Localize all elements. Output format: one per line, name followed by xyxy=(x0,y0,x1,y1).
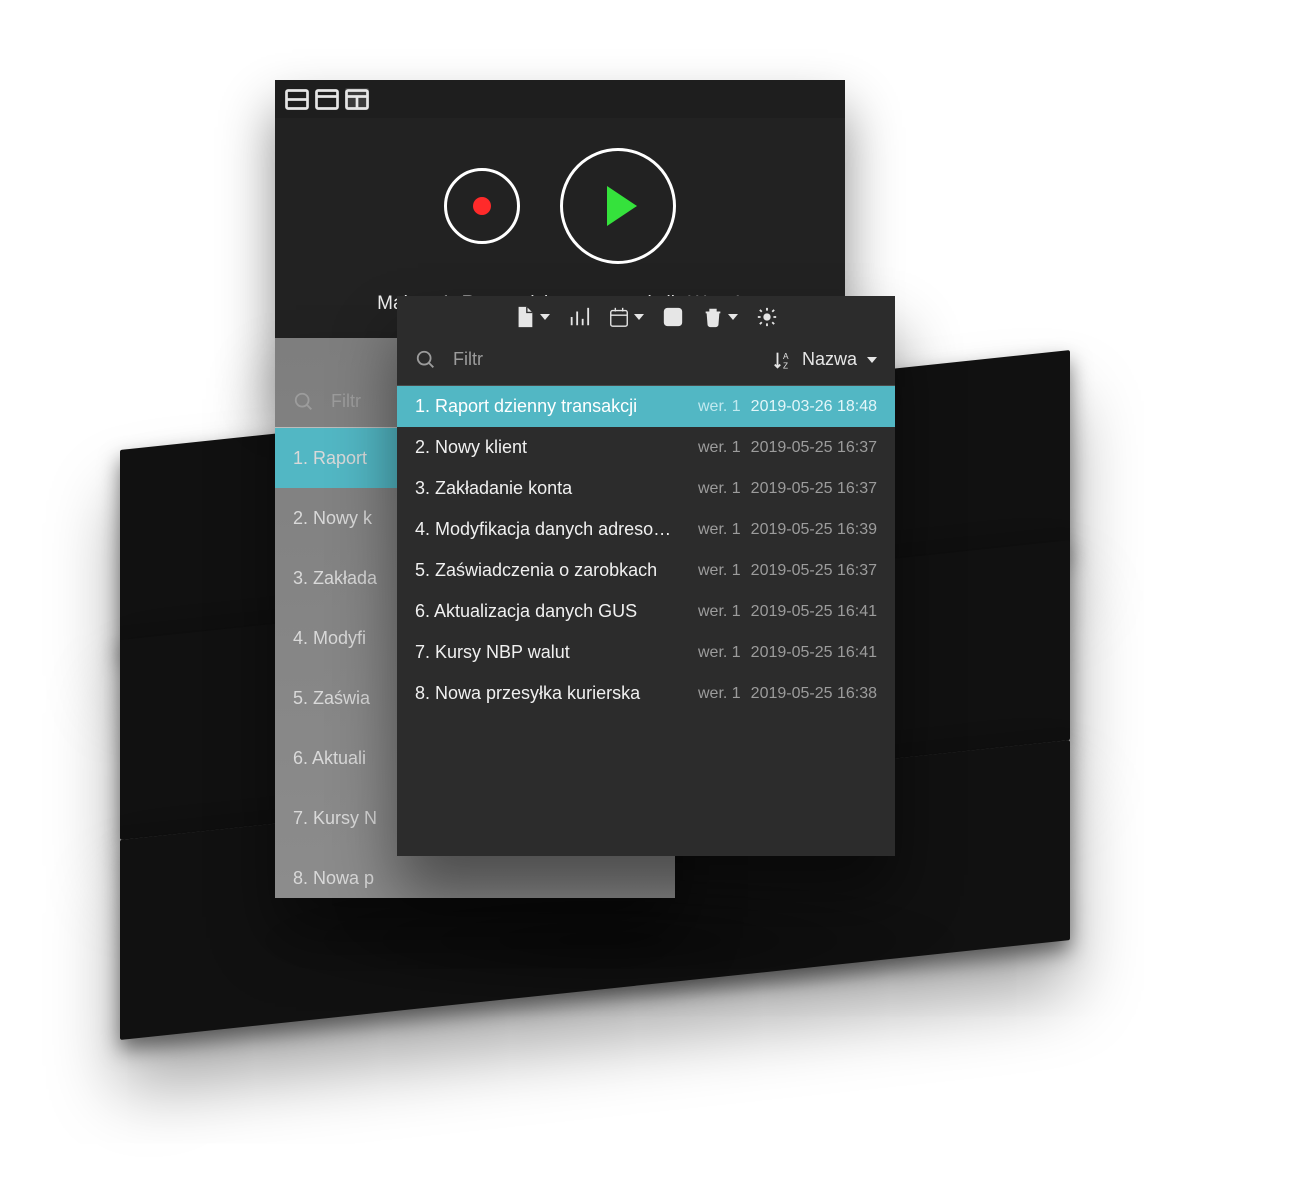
macro-toolbar xyxy=(397,296,895,338)
chevron-down-icon xyxy=(867,357,877,363)
macro-row[interactable]: 4. Modyfikacja danych adreso… wer. 1 2019-… xyxy=(397,509,895,550)
chevron-down-icon xyxy=(728,314,738,320)
macro-row[interactable]: 1. Raport dzienny transakcji wer. 1 2019-0… xyxy=(397,386,895,427)
svg-text:A: A xyxy=(783,352,789,361)
macro-row-name: 5. Zaświadczenia o zarobkach xyxy=(415,560,688,581)
player-view-tabs xyxy=(275,80,845,118)
record-icon xyxy=(473,197,491,215)
play-icon xyxy=(607,186,637,226)
svg-text:Z: Z xyxy=(783,361,788,370)
macro-row-version: wer. 1 xyxy=(698,398,741,416)
macro-row-date: 2019-05-25 16:39 xyxy=(751,521,877,539)
macro-row-version: wer. 1 xyxy=(698,603,741,621)
sort-alpha-icon: A Z xyxy=(772,349,794,371)
calendar-icon xyxy=(608,306,630,328)
record-button[interactable] xyxy=(444,168,520,244)
macro-row-name: 7. Kursy NBP walut xyxy=(415,642,688,663)
macro-row-date: 2019-05-25 16:41 xyxy=(751,603,877,621)
macro-row-date: 2019-05-25 16:38 xyxy=(751,685,877,703)
macro-row-date: 2019-05-25 16:37 xyxy=(751,480,877,498)
edit-icon xyxy=(662,306,684,328)
search-icon xyxy=(293,391,315,413)
macro-row[interactable]: 5. Zaświadczenia o zarobkach wer. 1 2019-0… xyxy=(397,550,895,591)
trash-icon xyxy=(702,306,724,328)
edit-button[interactable] xyxy=(662,306,684,328)
sort-picker[interactable]: A Z Nazwa xyxy=(772,349,877,371)
macro-row[interactable]: 2. Nowy klient wer. 1 2019-05-25 16:37 xyxy=(397,427,895,468)
macro-row-name: 8. Nowa p xyxy=(293,868,657,889)
play-button[interactable] xyxy=(560,148,676,264)
view-mode-grid[interactable] xyxy=(345,88,369,110)
macro-row-date: 2019-05-25 16:37 xyxy=(751,562,877,580)
search-icon xyxy=(415,349,437,371)
macro-row-date: 2019-03-26 18:48 xyxy=(751,398,877,416)
new-file-button[interactable] xyxy=(514,306,550,328)
macro-row-name: 6. Aktualizacja danych GUS xyxy=(415,601,688,622)
macro-list-panel: A Z Nazwa 1. Raport dzienny transakcji we… xyxy=(397,296,895,856)
macro-row-date: 2019-05-25 16:37 xyxy=(751,439,877,457)
macro-row[interactable]: 8. Nowa przesyłka kurierska wer. 1 2019-05… xyxy=(397,673,895,714)
macro-row-date: 2019-05-25 16:41 xyxy=(751,644,877,662)
macro-row-version: wer. 1 xyxy=(698,480,741,498)
macro-row-name: 1. Raport dzienny transakcji xyxy=(415,396,688,417)
macro-row-version: wer. 1 xyxy=(698,521,741,539)
view-mode-split[interactable] xyxy=(315,88,339,110)
bar-chart-icon xyxy=(568,306,590,328)
macro-row-version: wer. 1 xyxy=(698,644,741,662)
macro-row-version: wer. 1 xyxy=(698,562,741,580)
macro-row-name: 2. Nowy klient xyxy=(415,437,688,458)
sort-label: Nazwa xyxy=(802,349,857,370)
schedule-button[interactable] xyxy=(608,306,644,328)
settings-button[interactable] xyxy=(756,306,778,328)
view-mode-compact[interactable] xyxy=(285,88,309,110)
chevron-down-icon xyxy=(540,314,550,320)
macro-row-name: 3. Zakładanie konta xyxy=(415,478,688,499)
macro-row[interactable]: 7. Kursy NBP walut wer. 1 2019-05-25 16:41 xyxy=(397,632,895,673)
macro-row-version: wer. 1 xyxy=(698,685,741,703)
filter-input[interactable] xyxy=(451,348,758,371)
macro-row-name: 4. Modyfikacja danych adreso… xyxy=(415,519,688,540)
macro-list: 1. Raport dzienny transakcji wer. 1 2019-0… xyxy=(397,386,895,714)
macro-row-version: wer. 1 xyxy=(698,439,741,457)
macro-row[interactable]: 6. Aktualizacja danych GUS wer. 1 2019-05-… xyxy=(397,591,895,632)
chevron-down-icon xyxy=(634,314,644,320)
macro-row[interactable]: 3. Zakładanie konta wer. 1 2019-05-25 16:3… xyxy=(397,468,895,509)
gear-icon xyxy=(756,306,778,328)
file-icon xyxy=(514,306,536,328)
chart-button[interactable] xyxy=(568,306,590,328)
macro-row-name: 8. Nowa przesyłka kurierska xyxy=(415,683,688,704)
macro-row: 8. Nowa p xyxy=(275,848,675,908)
delete-button[interactable] xyxy=(702,306,738,328)
